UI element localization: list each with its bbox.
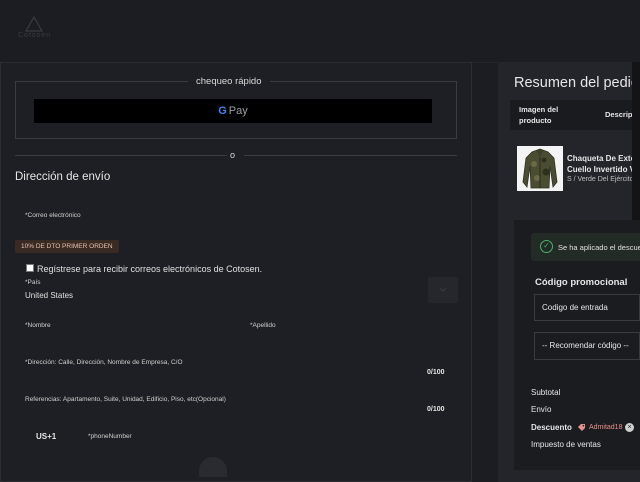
order-summary-title: Resumen del pedido (514, 75, 640, 91)
references-char-counter: 0/100 (427, 406, 445, 413)
product-name-line1: Chaqueta De Exterior (567, 154, 640, 163)
address-char-counter: 0/100 (427, 369, 445, 376)
header (0, 0, 640, 62)
address-field[interactable]: *Dirección: Calle, Dirección, Nombre de … (25, 359, 445, 381)
discount-code-text: Admitad18 (589, 424, 623, 431)
phone-field[interactable]: *phoneNumber (88, 433, 428, 447)
or-divider-text: o (230, 150, 236, 160)
recommend-code-select[interactable]: -- Recomendar código -- (534, 332, 640, 360)
country-dropdown-button[interactable] (428, 277, 458, 303)
or-divider-right (244, 155, 457, 156)
logo-mark-icon (24, 16, 44, 32)
product-image[interactable] (517, 146, 563, 191)
chevron-icon (439, 287, 447, 292)
google-pay-button[interactable]: G Pay (34, 99, 432, 123)
discount-label: Descuento (531, 423, 572, 432)
remove-discount-close-circle-icon[interactable]: × (625, 423, 634, 432)
or-divider-left (15, 155, 227, 156)
jacket-image-icon (522, 148, 558, 189)
google-pay-icon: G (218, 105, 227, 117)
country-select[interactable]: *País (25, 279, 421, 303)
country-code-select[interactable]: US+1 (36, 432, 56, 441)
shipping-cost-label: Envío (531, 405, 552, 414)
references-field[interactable]: Referencias: Apartamento, Suite, Unidad,… (25, 396, 445, 418)
shipping-address-title: Dirección de envío (15, 171, 111, 183)
promo-code-title: Código promocional (535, 277, 628, 288)
google-pay-text: Pay (228, 105, 248, 117)
tag-icon (577, 423, 586, 432)
discount-applied-text: Se ha aplicado el descuento (558, 243, 640, 252)
first-name-label: *Nombre (25, 322, 51, 329)
first-order-discount-badge: 10% DE DTO PRIMER ORDEN (15, 240, 119, 253)
last-name-label: *Apellido (250, 322, 276, 329)
subscribe-label: Regístrese para recibir correos electrón… (37, 264, 263, 274)
product-variant: S / Verde Del Ejército (567, 176, 634, 183)
product-name-line2: Cuello Invertido Ve (567, 165, 640, 174)
subscribe-checkbox[interactable] (26, 264, 34, 272)
col-header-image: Imagen del producto (519, 105, 559, 125)
email-field-label: *Correo electrónico (25, 212, 81, 219)
quick-checkout-label: chequeo rápido (188, 76, 270, 87)
country-value: United States (25, 291, 74, 300)
last-name-field[interactable]: *Apellido (250, 322, 450, 336)
subtotal-label: Subtotal (531, 388, 561, 397)
floating-button[interactable] (199, 457, 227, 477)
references-label: Referencias: Apartamento, Suite, Unidad,… (25, 396, 226, 403)
summary-scrollbar[interactable] (632, 62, 640, 227)
logo[interactable]: Cotosen (16, 16, 52, 42)
promo-code-input[interactable] (534, 294, 640, 321)
phone-label: *phoneNumber (88, 433, 132, 440)
country-label: *País (25, 279, 41, 286)
logo-text: Cotosen (18, 32, 52, 39)
address-label: *Dirección: Calle, Dirección, Nombre de … (25, 359, 183, 366)
email-field[interactable]: *Correo electrónico (25, 212, 81, 219)
sales-tax-label: Impuesto de ventas (531, 440, 601, 449)
check-circle-icon: ✓ (540, 240, 553, 253)
product-name[interactable]: Chaqueta De Exterior Cuello Invertido Ve (567, 153, 640, 175)
first-name-field[interactable]: *Nombre (25, 322, 235, 336)
